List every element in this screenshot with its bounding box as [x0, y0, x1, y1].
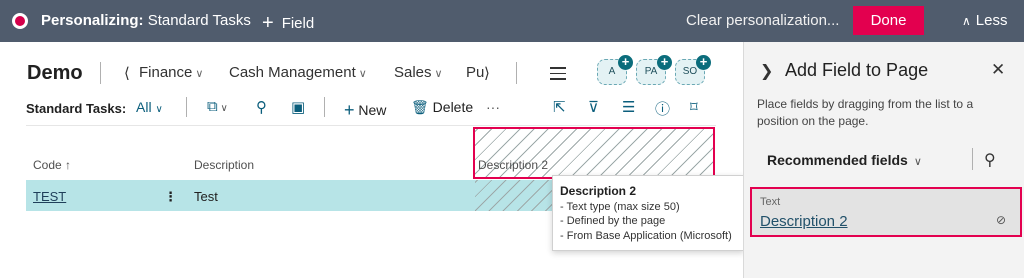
- recording-indicator-icon: [12, 13, 28, 29]
- separator: [26, 125, 716, 126]
- company-name[interactable]: Demo: [27, 62, 83, 85]
- nav-item-sales[interactable]: Sales ∨: [394, 64, 443, 81]
- search-icon[interactable]: ⚲: [984, 150, 996, 170]
- page-caption: Standard Tasks:: [26, 101, 127, 116]
- divider: [516, 62, 517, 84]
- add-part-icon[interactable]: +: [618, 55, 633, 70]
- plus-icon: +: [344, 100, 355, 120]
- cell-description[interactable]: Test: [194, 189, 218, 204]
- plus-icon: +: [262, 12, 274, 34]
- more-options-button[interactable]: ···: [486, 99, 500, 115]
- field-card[interactable]: Text Description 2 ⊘: [750, 187, 1022, 237]
- role-center-part-a[interactable]: A +: [597, 55, 633, 85]
- tooltip-line: - Defined by the page: [560, 215, 666, 227]
- role-center-part-so[interactable]: SO +: [675, 55, 711, 85]
- info-icon[interactable]: ⓘ: [655, 98, 670, 119]
- nav-forward-chevron-icon[interactable]: ⟩: [484, 64, 490, 82]
- view-selector[interactable]: All ∨: [136, 99, 163, 115]
- tooltip-line: - From Base Application (Microsoft): [560, 229, 732, 242]
- role-center-part-pa[interactable]: PA +: [636, 55, 672, 85]
- column-header-description[interactable]: Description: [194, 158, 254, 172]
- divider: [100, 62, 101, 84]
- bookmark-icon[interactable]: ⌑: [690, 98, 698, 116]
- filter-icon[interactable]: ⊽: [588, 98, 599, 116]
- nav-item-cash-management[interactable]: Cash Management ∨: [229, 64, 367, 81]
- field-tooltip: Description 2 - Text type (max size 50) …: [552, 175, 744, 251]
- share-icon[interactable]: ⇱: [553, 98, 566, 116]
- list-view-icon[interactable]: ☰: [622, 98, 635, 116]
- clear-personalization-button[interactable]: Clear personalization...: [686, 12, 839, 29]
- personalization-bar: Personalizing: Standard Tasks + Field Cle…: [0, 0, 1024, 42]
- close-icon[interactable]: ✕: [991, 60, 1005, 80]
- add-field-button[interactable]: + Field: [262, 11, 314, 34]
- add-field-pane: ❯ Add Field to Page ✕ Place fields by dr…: [743, 42, 1024, 278]
- list-actions-bar: Standard Tasks: All ∨ ⧉ ∨ ⚲ ▣ + New 🗑 De…: [0, 90, 743, 124]
- field-type-label: Text: [760, 196, 781, 208]
- nav-back-chevron-icon[interactable]: ⟨: [124, 64, 130, 82]
- column-header-description-2[interactable]: Description 2: [478, 158, 548, 172]
- trash-icon: 🗑: [411, 99, 429, 115]
- divider: [186, 97, 187, 117]
- done-button[interactable]: Done: [853, 6, 924, 35]
- nav-item-finance[interactable]: Finance ∨: [139, 64, 203, 81]
- personalizing-label: Personalizing: Standard Tasks: [41, 12, 251, 29]
- chevron-up-icon: ∧: [962, 14, 971, 28]
- tooltip-title: Description 2: [560, 184, 637, 198]
- collapse-pane-chevron-icon[interactable]: ❯: [760, 61, 773, 81]
- hamburger-menu-icon[interactable]: [550, 67, 566, 84]
- column-header-code[interactable]: Code ↑: [33, 158, 71, 172]
- search-icon[interactable]: ⚲: [256, 98, 267, 116]
- pane-title: Add Field to Page: [785, 60, 929, 80]
- add-part-icon[interactable]: +: [657, 55, 672, 70]
- filter-pane-icon[interactable]: ⧉ ∨: [207, 98, 228, 115]
- delete-button[interactable]: 🗑 Delete: [411, 99, 473, 116]
- row-actions-icon[interactable]: ⋮: [164, 189, 177, 205]
- pane-description: Place fields by dragging from the list t…: [757, 97, 974, 128]
- hidden-eye-icon[interactable]: ⊘: [996, 213, 1006, 227]
- tooltip-line: - Text type (max size 50): [560, 200, 680, 213]
- field-filter-dropdown[interactable]: Recommended fields ∨: [767, 152, 922, 168]
- less-button[interactable]: ∧ Less: [962, 12, 1007, 29]
- edit-list-icon[interactable]: ▣: [291, 98, 305, 116]
- divider: [972, 148, 973, 170]
- field-name-link[interactable]: Description 2: [760, 213, 848, 230]
- divider: [324, 97, 325, 117]
- cell-code[interactable]: TEST: [33, 189, 66, 204]
- nav-item-purchasing[interactable]: Pu: [466, 64, 484, 81]
- add-part-icon[interactable]: +: [696, 55, 711, 70]
- new-button[interactable]: + New: [344, 99, 386, 120]
